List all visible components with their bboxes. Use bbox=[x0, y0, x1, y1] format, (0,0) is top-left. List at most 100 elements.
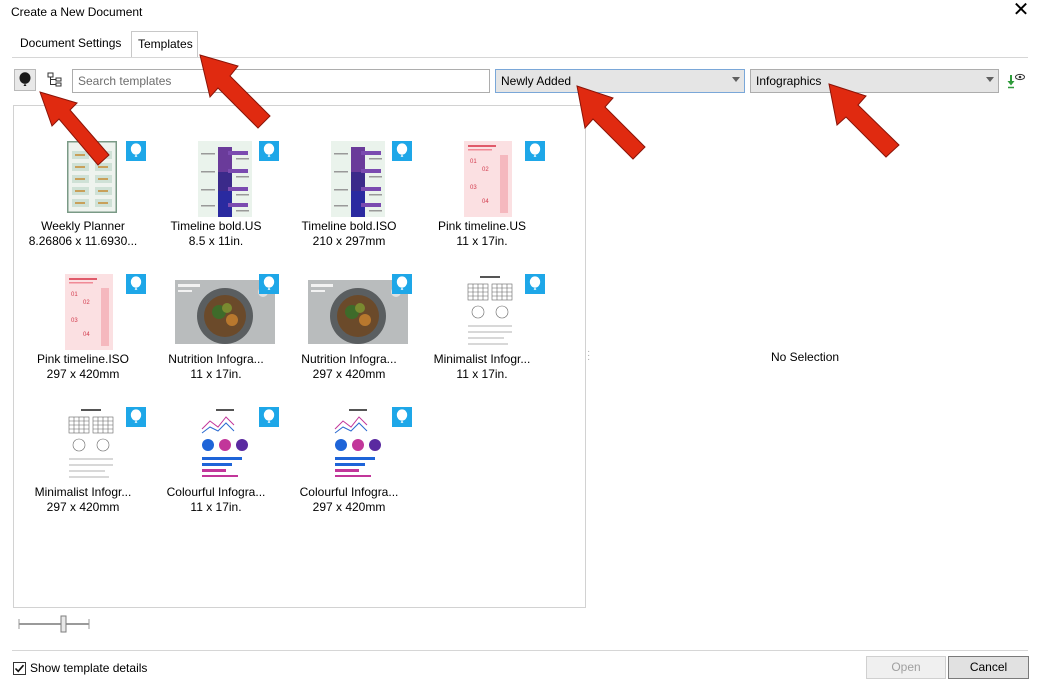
sort-dropdown-value: Newly Added bbox=[501, 74, 572, 88]
template-name: Timeline bold.US bbox=[170, 219, 262, 233]
favorite-balloon-icon bbox=[130, 276, 142, 290]
close-button[interactable]: ✕ bbox=[1010, 0, 1032, 21]
checkmark-icon bbox=[14, 664, 25, 672]
search-input[interactable] bbox=[72, 69, 490, 93]
chevron-down-icon bbox=[986, 77, 994, 82]
template-thumbnail bbox=[299, 407, 399, 483]
template-tile[interactable]: 01 02 03 04 Pink timeline.ISO 297 x 420mm bbox=[14, 274, 146, 394]
splitter-handle[interactable]: · · · bbox=[587, 347, 591, 365]
category-dropdown[interactable]: Infographics bbox=[750, 69, 999, 93]
favorite-balloon-icon bbox=[130, 409, 142, 423]
close-icon: ✕ bbox=[1012, 0, 1030, 21]
template-thumbnail bbox=[299, 141, 399, 217]
template-thumbnail bbox=[33, 407, 133, 483]
template-grid[interactable]: Weekly Planner 8.26806 x 11.6930... Timeli… bbox=[13, 105, 586, 608]
favorite-badge[interactable] bbox=[259, 407, 279, 427]
template-tile[interactable]: Nutrition Infogra... 11 x 17in. bbox=[147, 274, 279, 394]
svg-text:01: 01 bbox=[470, 159, 477, 165]
template-tile[interactable]: Minimalist Infogr... 11 x 17in. bbox=[413, 274, 545, 394]
template-tile[interactable]: Weekly Planner 8.26806 x 11.6930... bbox=[14, 140, 146, 261]
svg-text:02: 02 bbox=[83, 300, 90, 306]
tree-view-button[interactable] bbox=[44, 69, 66, 91]
svg-text:03: 03 bbox=[71, 318, 78, 324]
favorite-balloon-icon bbox=[130, 143, 142, 157]
template-size: 11 x 17in. bbox=[190, 367, 242, 381]
annotation-arrow bbox=[828, 83, 900, 158]
favorite-badge[interactable] bbox=[525, 141, 545, 161]
template-size: 11 x 17in. bbox=[456, 367, 508, 381]
tree-view-icon bbox=[47, 72, 62, 87]
template-name: Colourful Infogra... bbox=[166, 485, 266, 499]
favorite-balloon-icon bbox=[396, 276, 408, 290]
sort-dropdown[interactable]: Newly Added bbox=[495, 69, 745, 93]
template-size: 8.5 x 11in. bbox=[188, 234, 244, 248]
template-size: 297 x 420mm bbox=[46, 367, 120, 381]
template-name: Minimalist Infogr... bbox=[34, 485, 132, 499]
tab-divider bbox=[12, 57, 1028, 58]
favorite-badge[interactable] bbox=[126, 141, 146, 161]
template-tile[interactable]: Minimalist Infogr... 297 x 420mm bbox=[14, 407, 146, 527]
favorite-balloon-icon bbox=[263, 143, 275, 157]
balloon-icon bbox=[19, 72, 31, 86]
template-name: Minimalist Infogr... bbox=[433, 352, 531, 366]
window-title: Create a New Document bbox=[11, 5, 143, 19]
favorite-badge[interactable] bbox=[392, 274, 412, 294]
template-size: 210 x 297mm bbox=[312, 234, 386, 248]
svg-text:04: 04 bbox=[482, 199, 489, 205]
favorite-badge[interactable] bbox=[259, 274, 279, 294]
chevron-down-icon bbox=[732, 77, 740, 82]
favorite-balloon-icon bbox=[396, 143, 408, 157]
favorites-filter-button[interactable] bbox=[14, 69, 36, 91]
template-tile[interactable]: Colourful Infogra... 11 x 17in. bbox=[147, 407, 279, 527]
favorite-balloon-icon bbox=[529, 143, 541, 157]
favorite-badge[interactable] bbox=[126, 274, 146, 294]
tab-templates[interactable]: Templates bbox=[131, 31, 198, 57]
svg-text:04: 04 bbox=[83, 332, 90, 338]
template-thumbnail: 01 02 03 04 bbox=[33, 274, 133, 350]
svg-text:02: 02 bbox=[482, 167, 489, 173]
template-size: 11 x 17in. bbox=[190, 500, 242, 514]
template-tile[interactable]: 01 02 03 04 Pink timeline.US 11 x 17in. bbox=[413, 141, 545, 261]
tab-document-settings[interactable]: Document Settings bbox=[14, 31, 128, 57]
template-thumbnail: 01 02 03 04 bbox=[432, 141, 532, 217]
favorite-badge[interactable] bbox=[392, 407, 412, 427]
open-button[interactable]: Open bbox=[866, 656, 946, 679]
template-thumbnail bbox=[166, 407, 266, 483]
template-size: 8.26806 x 11.6930... bbox=[28, 234, 138, 248]
template-name: Nutrition Infogra... bbox=[301, 352, 397, 366]
template-thumbnail bbox=[432, 274, 532, 350]
template-tile[interactable]: Nutrition Infogra... 297 x 420mm bbox=[280, 274, 412, 394]
template-name: Pink timeline.US bbox=[437, 219, 527, 233]
download-eye-icon bbox=[1007, 73, 1025, 89]
favorite-badge[interactable] bbox=[126, 407, 146, 427]
template-tile[interactable]: Timeline bold.US 8.5 x 11in. bbox=[147, 141, 279, 261]
show-details-label: Show template details bbox=[30, 661, 148, 675]
download-preview-button[interactable] bbox=[1005, 70, 1027, 92]
template-size: 297 x 420mm bbox=[312, 367, 386, 381]
show-details-checkbox[interactable] bbox=[13, 661, 26, 675]
category-dropdown-value: Infographics bbox=[756, 74, 822, 88]
template-tile[interactable]: Colourful Infogra... 297 x 420mm bbox=[280, 407, 412, 527]
template-tile[interactable]: Timeline bold.ISO 210 x 297mm bbox=[280, 141, 412, 261]
template-thumbnail bbox=[166, 141, 266, 217]
template-thumbnail bbox=[33, 140, 133, 217]
thumbnail-size-slider[interactable] bbox=[18, 614, 90, 634]
favorite-balloon-icon bbox=[263, 276, 275, 290]
template-name: Colourful Infogra... bbox=[299, 485, 399, 499]
template-name: Weekly Planner bbox=[41, 219, 125, 233]
favorite-badge[interactable] bbox=[259, 141, 279, 161]
template-name: Pink timeline.ISO bbox=[36, 352, 130, 366]
template-name: Nutrition Infogra... bbox=[168, 352, 264, 366]
template-thumbnail bbox=[166, 274, 275, 350]
favorite-badge[interactable] bbox=[525, 274, 545, 294]
template-size: 297 x 420mm bbox=[312, 500, 386, 514]
favorite-badge[interactable] bbox=[392, 141, 412, 161]
template-thumbnail bbox=[299, 274, 408, 350]
annotation-arrow bbox=[576, 85, 646, 160]
svg-text:03: 03 bbox=[470, 185, 477, 191]
cancel-button[interactable]: Cancel bbox=[948, 656, 1029, 679]
svg-text:01: 01 bbox=[71, 292, 78, 298]
show-details-option[interactable]: Show template details bbox=[13, 661, 147, 675]
template-size: 11 x 17in. bbox=[456, 234, 508, 248]
details-panel-empty: No Selection bbox=[771, 350, 840, 364]
